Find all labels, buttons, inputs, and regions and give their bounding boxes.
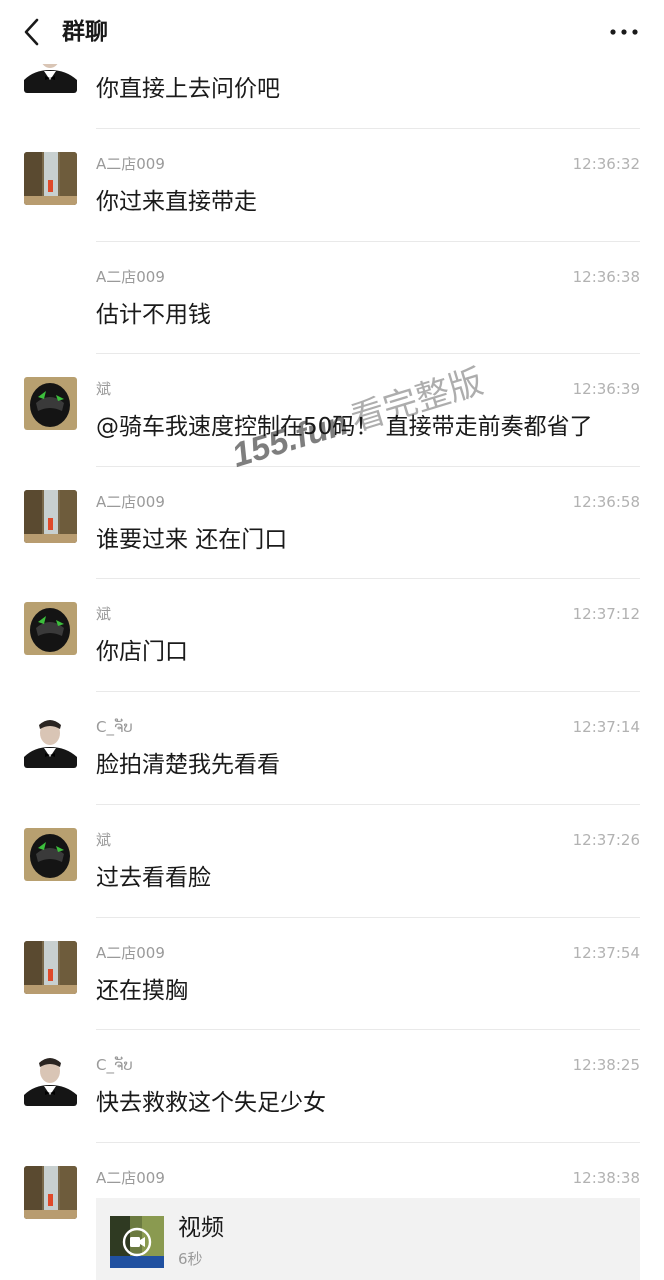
waterfall-avatar[interactable] bbox=[24, 152, 77, 205]
sender-name: A二店009 bbox=[96, 155, 165, 173]
sender-name: A二店009 bbox=[96, 268, 165, 286]
message-divider bbox=[96, 1029, 640, 1030]
message-text: 脸拍清楚我先看看 bbox=[96, 752, 280, 778]
video-thumbnail bbox=[110, 1216, 164, 1268]
message-text: 你店门口 bbox=[96, 639, 188, 665]
message-text: 你直接上去问价吧 bbox=[96, 76, 280, 102]
message-divider bbox=[96, 691, 640, 692]
message-text: @骑车我速度控制在50码！ 直接带走前奏都省了 bbox=[96, 414, 593, 440]
message-time: 12:37:26 bbox=[572, 831, 640, 849]
sender-name: 斌 bbox=[96, 380, 112, 398]
message-time: 12:37:14 bbox=[572, 718, 640, 736]
message-text: 快去救救这个失足少女 bbox=[96, 1090, 326, 1116]
sender-name: A二店009 bbox=[96, 493, 165, 511]
waterfall-avatar[interactable] bbox=[24, 1166, 77, 1219]
chat-header: 群聊 bbox=[0, 0, 664, 64]
back-arrow-icon bbox=[24, 18, 39, 46]
helmet-avatar[interactable] bbox=[24, 602, 77, 655]
message-time: 12:38:38 bbox=[572, 1169, 640, 1187]
message-divider bbox=[96, 466, 640, 467]
video-duration: 6秒 bbox=[178, 1250, 203, 1268]
message-text: 估计不用钱 bbox=[96, 302, 211, 328]
message-text: 谁要过来 还在门口 bbox=[96, 527, 288, 553]
video-title: 视频 bbox=[178, 1215, 224, 1241]
sender-name: C_ຈັບ bbox=[96, 1056, 133, 1074]
waterfall-avatar[interactable] bbox=[24, 941, 77, 994]
message-divider bbox=[96, 241, 640, 242]
message-text: 还在摸胸 bbox=[96, 978, 188, 1004]
message-divider bbox=[96, 804, 640, 805]
message-divider bbox=[96, 578, 640, 579]
message-divider bbox=[96, 128, 640, 129]
sender-name: A二店009 bbox=[96, 1169, 165, 1187]
tuxedo-man-avatar[interactable] bbox=[24, 1053, 77, 1106]
sender-name: 斌 bbox=[96, 605, 112, 623]
chat-title: 群聊 bbox=[62, 19, 108, 45]
message-time: 12:38:25 bbox=[572, 1056, 640, 1074]
sender-name: C_ຈັບ bbox=[96, 718, 133, 736]
waterfall-avatar[interactable] bbox=[24, 490, 77, 543]
message-text: 过去看看脸 bbox=[96, 865, 211, 891]
more-dots-icon bbox=[610, 29, 638, 35]
message-time: 12:37:54 bbox=[572, 944, 640, 962]
message-time: 12:36:32 bbox=[572, 155, 640, 173]
sender-name: 斌 bbox=[96, 831, 112, 849]
message-time: 12:36:58 bbox=[572, 493, 640, 511]
back-button[interactable] bbox=[12, 12, 52, 52]
message-time: 12:36:38 bbox=[572, 268, 640, 286]
more-options-button[interactable] bbox=[604, 18, 644, 46]
helmet-avatar[interactable] bbox=[24, 828, 77, 881]
tuxedo-man-avatar[interactable] bbox=[24, 715, 77, 768]
video-message-card[interactable]: 视频 6秒 bbox=[96, 1198, 640, 1280]
message-divider bbox=[96, 353, 640, 354]
helmet-avatar[interactable] bbox=[24, 377, 77, 430]
message-text: 你过来直接带走 bbox=[96, 189, 257, 215]
sender-name: A二店009 bbox=[96, 944, 165, 962]
message-divider bbox=[96, 917, 640, 918]
message-divider bbox=[96, 1142, 640, 1143]
message-time: 12:37:12 bbox=[572, 605, 640, 623]
message-time: 12:36:39 bbox=[572, 380, 640, 398]
